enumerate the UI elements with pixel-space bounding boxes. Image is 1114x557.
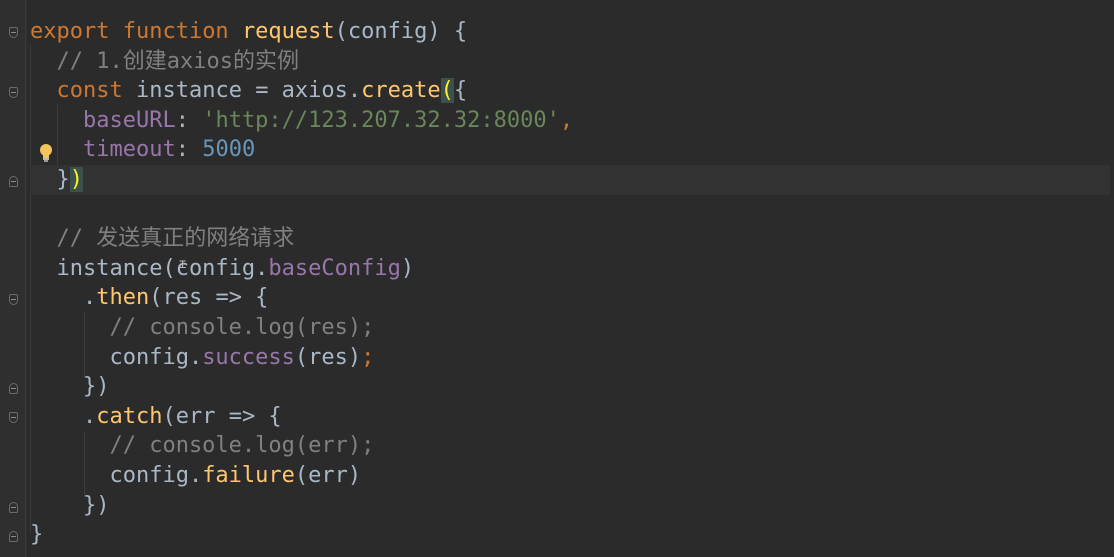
code-editor[interactable]: ⌶ export function request(config) { // 1… — [0, 0, 1114, 557]
code-token: config. — [30, 344, 203, 370]
code-line[interactable]: timeout: 5000 — [30, 135, 1110, 165]
editor-gutter — [0, 0, 27, 557]
code-token: // 发送真正的网络请求 — [30, 226, 295, 252]
code-line[interactable]: }) — [30, 491, 1110, 521]
code-token: , — [559, 107, 574, 133]
code-line[interactable]: config.failure(err) — [30, 461, 1110, 491]
code-token: success — [202, 344, 295, 370]
fold-open-icon[interactable] — [9, 27, 18, 38]
code-token: } — [30, 522, 44, 548]
code-token: instance(config. — [30, 255, 269, 281]
code-token: (err) — [294, 462, 362, 488]
fold-end-icon[interactable] — [9, 531, 18, 542]
code-token: }) — [30, 374, 110, 400]
code-line[interactable]: const instance = axios.create({ — [30, 76, 1110, 106]
code-token: // console.log(err); — [30, 433, 375, 459]
current-code-line[interactable]: }) — [30, 164, 1110, 195]
code-token: ) — [69, 166, 83, 192]
code-token: (err => { — [162, 403, 282, 429]
code-token: 'http://123.207.32.32:8000' — [202, 107, 560, 133]
code-token: baseConfig — [268, 255, 401, 281]
code-line[interactable]: // console.log(err); — [30, 431, 1110, 461]
code-token: ) — [400, 255, 415, 281]
code-line[interactable]: .catch(err => { — [30, 402, 1110, 432]
fold-end-icon[interactable] — [9, 176, 18, 187]
code-token: // 1.创建axios的实例 — [30, 48, 299, 74]
fold-end-icon[interactable] — [9, 502, 18, 513]
code-token: const — [56, 78, 136, 104]
fold-open-icon[interactable] — [9, 412, 18, 423]
code-token: } — [30, 166, 70, 192]
code-token: { — [453, 78, 468, 104]
code-token: timeout — [82, 137, 176, 163]
code-line[interactable]: export function request(config) { — [30, 17, 1110, 47]
code-token: function — [122, 19, 242, 44]
code-line[interactable]: baseURL: 'http://123.207.32.32:8000', — [30, 106, 1110, 136]
code-token: . — [30, 285, 97, 311]
code-token: 5000 — [202, 137, 256, 163]
code-token: config. — [30, 462, 203, 488]
gutter-divider — [25, 0, 26, 557]
code-token: instance = axios. — [135, 78, 362, 104]
code-line[interactable]: // 1.创建axios的实例 — [30, 47, 1110, 77]
code-line[interactable]: config.success(res); — [30, 343, 1110, 373]
code-token: export — [30, 19, 123, 44]
code-token: catch — [96, 403, 163, 429]
code-token: then — [96, 285, 150, 311]
code-content[interactable]: export function request(config) { // 1.创… — [30, 17, 1110, 550]
code-token: // console.log(res); — [30, 314, 375, 340]
code-token: (res => { — [149, 285, 269, 311]
code-token: request — [241, 19, 335, 44]
code-token: }) — [30, 492, 110, 518]
code-token: create — [361, 78, 441, 104]
code-token: ( — [440, 78, 454, 104]
code-token: : — [175, 107, 203, 133]
code-token: failure — [202, 462, 295, 488]
code-token: ; — [361, 344, 375, 370]
code-line[interactable] — [30, 195, 1110, 225]
code-token: (config) { — [334, 19, 468, 44]
code-token: . — [30, 403, 97, 429]
fold-end-icon[interactable] — [9, 383, 18, 394]
code-line[interactable]: .then(res => { — [30, 283, 1110, 313]
code-token: (res) — [294, 344, 362, 370]
code-line[interactable]: instance(config.baseConfig) — [30, 254, 1110, 284]
code-line[interactable]: } — [30, 520, 1110, 550]
code-line[interactable]: // 发送真正的网络请求 — [30, 224, 1110, 254]
code-line[interactable]: // console.log(res); — [30, 313, 1110, 343]
code-token: baseURL — [82, 107, 176, 133]
fold-open-icon[interactable] — [9, 294, 18, 305]
fold-open-icon[interactable] — [9, 87, 18, 98]
code-line[interactable]: }) — [30, 372, 1110, 402]
code-token: : — [175, 137, 203, 163]
